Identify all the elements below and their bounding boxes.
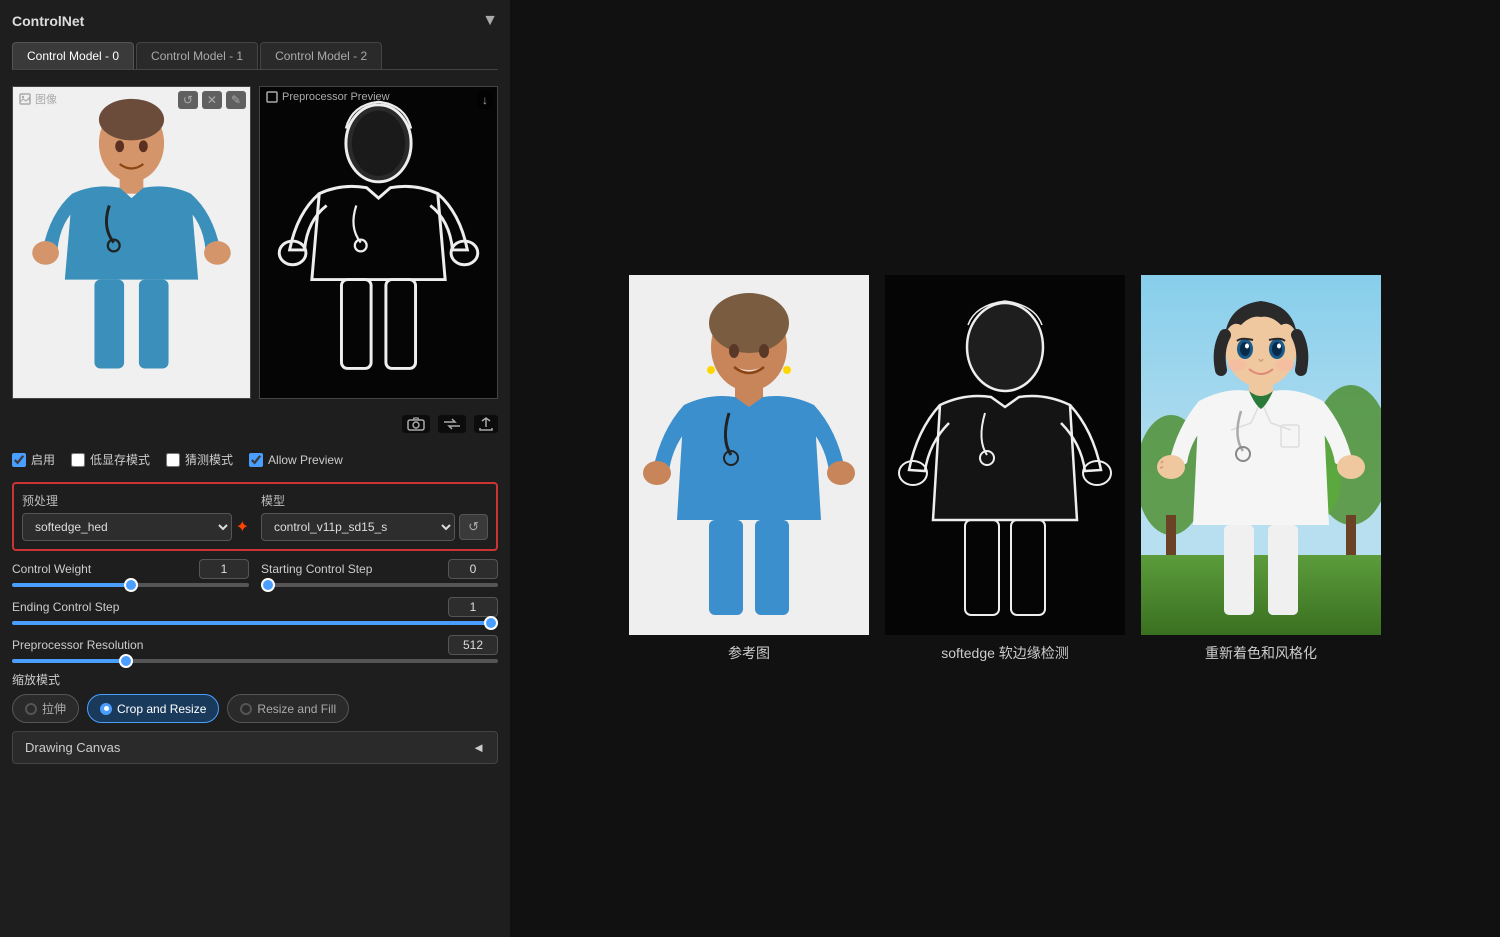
starting-step-label: Starting Control Step: [261, 562, 372, 576]
model-group: 模型 control_v11p_sd15_s ↺: [261, 492, 488, 541]
preview-image-controls: ↓: [477, 91, 493, 109]
gallery-anime-image: [1141, 275, 1381, 635]
guess-mode-checkbox-item[interactable]: 猜测模式: [166, 451, 233, 468]
model-select-row: control_v11p_sd15_s ↺: [261, 513, 488, 541]
drawing-canvas-arrow: ◄: [472, 740, 485, 755]
swap-btn[interactable]: [438, 415, 466, 433]
ending-step-slider[interactable]: [12, 621, 498, 625]
tab-control-model-2[interactable]: Control Model - 2: [260, 42, 382, 69]
nurse-input-image: [13, 87, 250, 398]
model-label: 模型: [261, 492, 488, 509]
gallery-softedge-caption: softedge 软边缘检测: [941, 643, 1069, 663]
scale-mode-section: 缩放模式 拉伸 Crop and Resize Resize and Fill: [12, 671, 498, 723]
gallery-ref-caption: 参考图: [728, 643, 770, 663]
image-previews-row: 图像 ↺ ✕ ✎: [12, 86, 498, 399]
low-vram-checkbox-item[interactable]: 低显存模式: [71, 451, 150, 468]
preprocessor-resolution-slider-group: Preprocessor Resolution 512: [12, 635, 498, 663]
enable-checkbox[interactable]: [12, 453, 26, 467]
gallery-anime-caption: 重新着色和风格化: [1205, 643, 1317, 663]
preprocessor-select[interactable]: softedge_hed: [22, 513, 232, 541]
options-row: 启用 低显存模式 猜测模式 Allow Preview: [12, 445, 498, 474]
model-select[interactable]: control_v11p_sd15_s: [261, 513, 455, 541]
ending-step-label: Ending Control Step: [12, 600, 119, 614]
download-preview-btn[interactable]: ↓: [477, 91, 493, 109]
control-weight-value: 1: [199, 559, 249, 579]
left-panel: ControlNet ▼ Control Model - 0 Control M…: [0, 0, 510, 937]
input-image-label: 图像: [19, 91, 57, 107]
allow-preview-checkbox-item[interactable]: Allow Preview: [249, 453, 343, 467]
starting-step-slider-group: Starting Control Step 0: [261, 559, 498, 587]
sliders-section: Control Weight 1 Starting Control Step 0…: [12, 559, 498, 663]
preprocessor-resolution-slider[interactable]: [12, 659, 498, 663]
refresh-image-btn[interactable]: ↺: [178, 91, 198, 109]
preprocessor-preview-image: [260, 87, 497, 398]
right-panel: 参考图: [510, 0, 1500, 937]
drawing-canvas-row[interactable]: Drawing Canvas ◄: [12, 731, 498, 764]
camera-btn[interactable]: [402, 415, 430, 433]
preprocessor-preview-box[interactable]: Preprocessor Preview ↓: [259, 86, 498, 399]
preprocessor-resolution-label: Preprocessor Resolution: [12, 638, 143, 652]
control-weight-slider[interactable]: [12, 583, 249, 587]
gallery: 参考图: [629, 275, 1381, 663]
scale-stretch-btn[interactable]: 拉伸: [12, 694, 79, 723]
model-refresh-btn[interactable]: ↺: [459, 514, 488, 540]
crop-resize-radio-dot: [100, 703, 112, 715]
upload-icon: [479, 417, 493, 431]
preprocessor-group: 预处理 softedge_hed ✦: [22, 492, 249, 541]
tab-control-model-1[interactable]: Control Model - 1: [136, 42, 258, 69]
scale-resize-fill-btn[interactable]: Resize and Fill: [227, 694, 349, 723]
gallery-item-softedge: softedge 软边缘检测: [885, 275, 1125, 663]
upload-btn[interactable]: [474, 415, 498, 433]
arrow-controls-row: [12, 411, 498, 437]
control-weight-label: Control Weight: [12, 562, 91, 576]
scale-crop-resize-btn[interactable]: Crop and Resize: [87, 694, 219, 723]
dual-slider-row: Control Weight 1 Starting Control Step 0: [12, 559, 498, 587]
gallery-ref-image: [629, 275, 869, 635]
low-vram-checkbox[interactable]: [71, 453, 85, 467]
preprocessor-label: 预处理: [22, 492, 249, 509]
fire-icon: ✦: [236, 517, 249, 537]
camera-icon: [407, 417, 425, 431]
scale-mode-label: 缩放模式: [12, 671, 498, 688]
preprocessor-preview-label: Preprocessor Preview: [266, 91, 390, 103]
starting-step-slider[interactable]: [261, 583, 498, 587]
panel-title: ControlNet: [12, 13, 84, 29]
gallery-softedge-image: [885, 275, 1125, 635]
swap-icon: [443, 417, 461, 431]
drawing-canvas-label: Drawing Canvas: [25, 740, 120, 755]
allow-preview-checkbox[interactable]: [249, 453, 263, 467]
edit-image-btn[interactable]: ✎: [226, 91, 246, 109]
control-weight-slider-group: Control Weight 1: [12, 559, 249, 587]
gallery-item-anime: 重新着色和风格化: [1141, 275, 1381, 663]
resize-fill-radio-dot: [240, 703, 252, 715]
input-image-box[interactable]: 图像 ↺ ✕ ✎: [12, 86, 251, 399]
ending-step-slider-group: Ending Control Step 1: [12, 597, 498, 625]
ending-step-value: 1: [448, 597, 498, 617]
model-section: 预处理 softedge_hed ✦ 模型 control_v11p_sd15_…: [12, 482, 498, 551]
starting-step-value: 0: [448, 559, 498, 579]
tab-bar: Control Model - 0 Control Model - 1 Cont…: [12, 42, 498, 70]
preprocessor-select-row: softedge_hed ✦: [22, 513, 249, 541]
gallery-item-ref: 参考图: [629, 275, 869, 663]
close-image-btn[interactable]: ✕: [202, 91, 222, 109]
image-icon: [19, 93, 31, 105]
panel-header: ControlNet ▼: [12, 12, 498, 30]
guess-mode-checkbox[interactable]: [166, 453, 180, 467]
tab-control-model-0[interactable]: Control Model - 0: [12, 42, 134, 69]
enable-checkbox-item[interactable]: 启用: [12, 451, 55, 468]
panel-collapse-arrow[interactable]: ▼: [482, 12, 498, 30]
preview-icon: [266, 91, 278, 103]
preprocessor-resolution-value: 512: [448, 635, 498, 655]
stretch-radio-dot: [25, 703, 37, 715]
scale-mode-radio-group: 拉伸 Crop and Resize Resize and Fill: [12, 694, 498, 723]
input-image-controls: ↺ ✕ ✎: [178, 91, 246, 109]
